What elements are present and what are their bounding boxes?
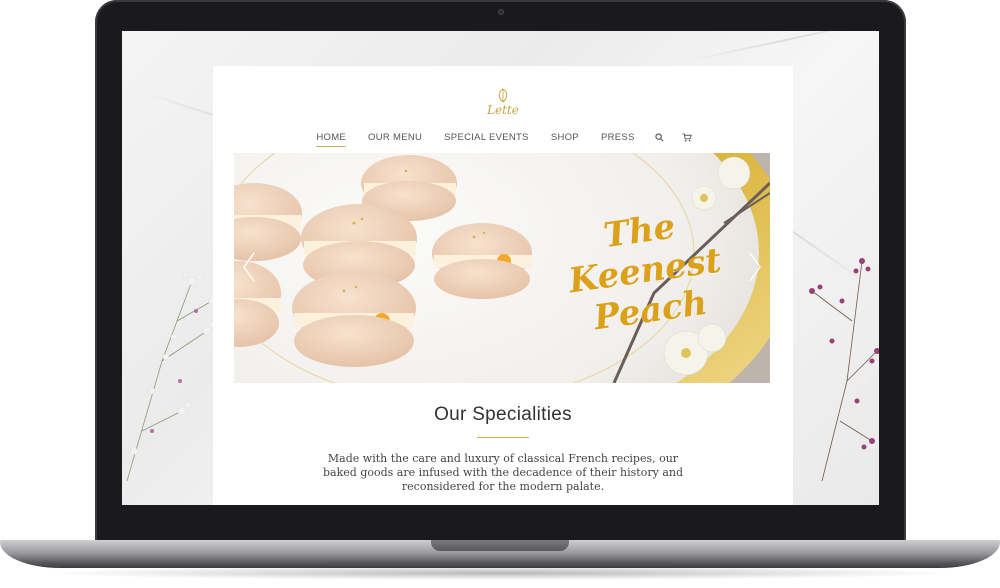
- search-icon[interactable]: [646, 133, 673, 142]
- camera-icon: [497, 9, 504, 15]
- cart-icon[interactable]: [673, 133, 701, 142]
- nav-item-press[interactable]: PRESS: [590, 132, 646, 143]
- laptop-shadow: [40, 566, 960, 580]
- nav-item-special-events[interactable]: SPECIAL EVENTS: [433, 132, 540, 143]
- laptop-base-notch: [431, 540, 569, 551]
- laptop-lid: Lette HOME OUR MENU SPECIAL EVENTS SHOP …: [95, 0, 906, 545]
- whisk-logo-icon: [498, 88, 508, 103]
- nav-item-home[interactable]: HOME: [305, 132, 357, 147]
- baby-breath-flowers-left: [126, 271, 216, 482]
- marble-vein: [681, 31, 879, 63]
- hero-banner: The Keenest Peach: [234, 153, 770, 383]
- gold-divider: [477, 437, 529, 438]
- chevron-right-icon[interactable]: [746, 249, 764, 285]
- nav-item-our-menu[interactable]: OUR MENU: [357, 132, 433, 143]
- purple-flowers-right: [809, 258, 879, 482]
- hero-title: The Keenest Peach: [552, 200, 737, 342]
- laptop-screen: Lette HOME OUR MENU SPECIAL EVENTS SHOP …: [122, 31, 879, 505]
- section-description: Made with the care and luxury of classic…: [323, 452, 683, 493]
- logo-text: Lette: [487, 103, 519, 117]
- website-page: Lette HOME OUR MENU SPECIAL EVENTS SHOP …: [213, 66, 793, 505]
- nav-item-shop[interactable]: SHOP: [540, 132, 590, 143]
- section-title: Our Specialities: [434, 404, 572, 425]
- main-nav: HOME OUR MENU SPECIAL EVENTS SHOP PRESS: [213, 132, 793, 147]
- site-logo[interactable]: Lette: [483, 88, 523, 122]
- chevron-left-icon[interactable]: [240, 249, 258, 285]
